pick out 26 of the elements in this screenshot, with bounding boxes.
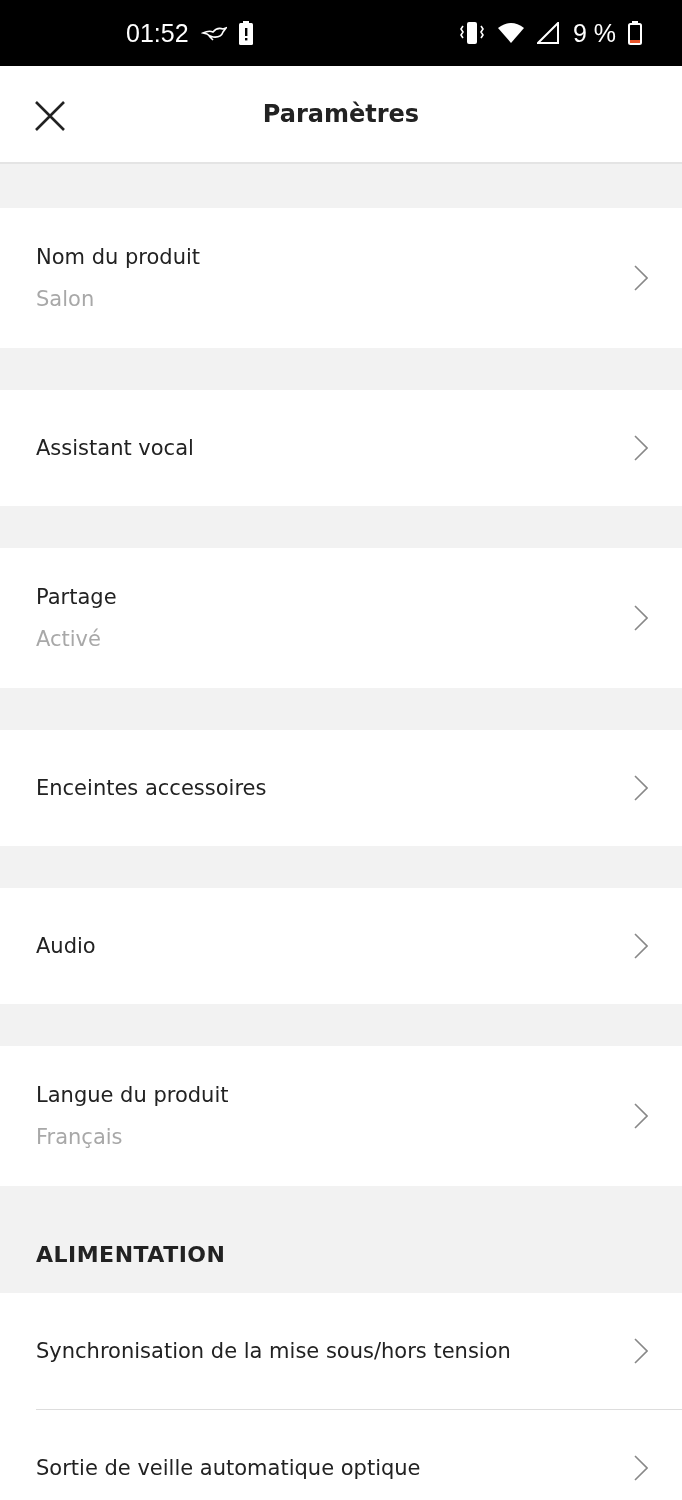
vibrate-icon [458, 21, 485, 45]
chevron-right-icon [634, 1103, 648, 1129]
status-time: 01:52 [126, 18, 189, 48]
settings-item[interactable]: Audio [0, 888, 682, 1004]
settings-item[interactable]: Partage Activé [0, 548, 682, 688]
chevron-right-icon [634, 775, 648, 801]
settings-item[interactable]: Sortie de veille automatique optique [0, 1410, 682, 1500]
settings-item[interactable]: Enceintes accessoires [0, 730, 682, 846]
chevron-right-icon [634, 933, 648, 959]
chevron-right-icon [634, 605, 648, 631]
settings-item[interactable]: Nom du produit Salon [0, 208, 682, 348]
signal-icon [536, 22, 559, 44]
chevron-right-icon [634, 1455, 648, 1481]
close-button[interactable] [34, 100, 66, 132]
wifi-icon [496, 22, 525, 44]
chevron-right-icon [634, 1338, 648, 1364]
battery-icon [628, 21, 642, 45]
section-header: ALIMENTATION [35, 1241, 227, 1269]
battery-alert-icon [238, 21, 253, 45]
battery-percent: 9 % [572, 18, 616, 48]
settings-item[interactable]: Synchronisation de la mise sous/hors tension [0, 1293, 682, 1409]
page-title: Paramètres [262, 100, 420, 128]
chevron-right-icon [634, 265, 648, 291]
settings-item[interactable]: Assistant vocal [0, 390, 682, 506]
chevron-right-icon [634, 435, 648, 461]
settings-item[interactable]: Langue du produit Français [0, 1046, 682, 1186]
